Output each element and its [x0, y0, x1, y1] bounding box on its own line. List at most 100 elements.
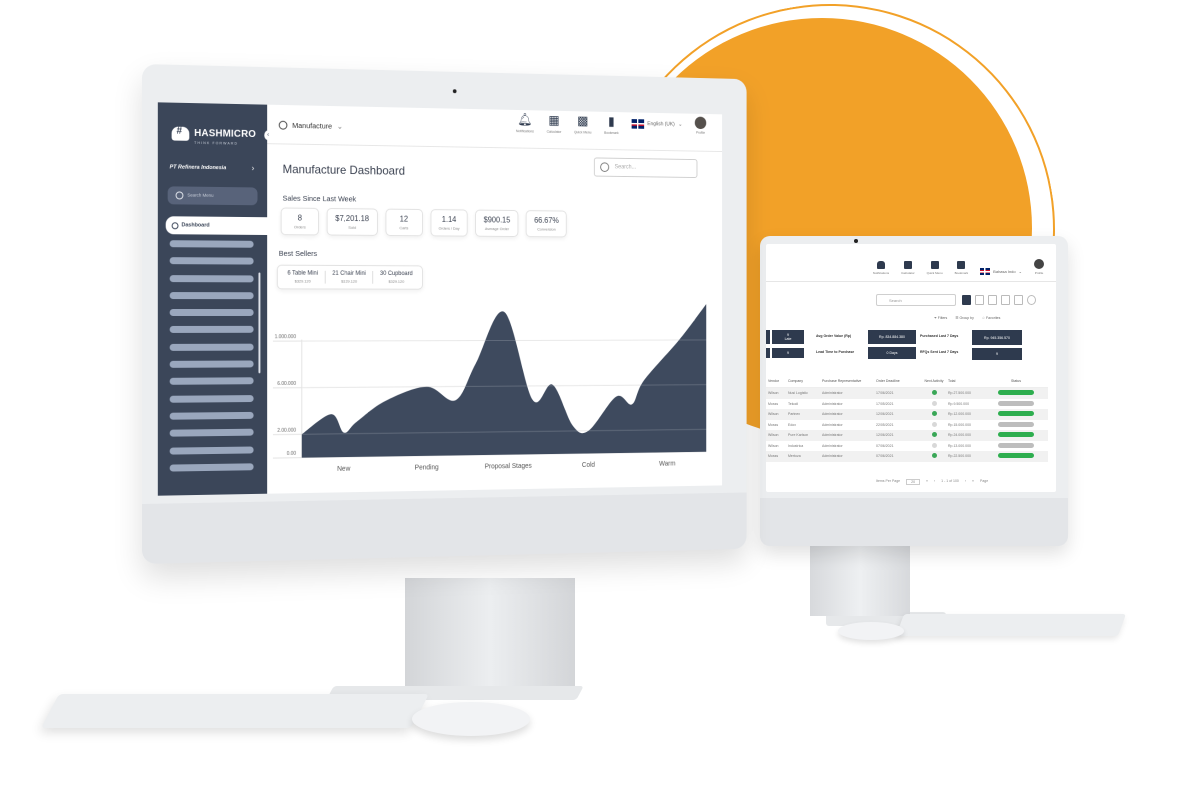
sidebar-item[interactable]	[169, 274, 254, 282]
company-cell: Mertoza	[788, 454, 801, 459]
stat-card[interactable]: 8 Orders	[280, 207, 320, 236]
sidebar-item[interactable]	[169, 446, 254, 455]
product-price: $329.120	[294, 278, 311, 284]
activity-view-icon[interactable]	[1027, 295, 1036, 305]
sidebar-item[interactable]	[169, 428, 254, 437]
table-row[interactable]: Wilson Pure Karlson Administrator 12/06/202…	[766, 430, 1048, 441]
module-selector[interactable]: Manufacture ⌄	[278, 120, 343, 131]
search-menu-input[interactable]: Search Menu	[167, 186, 258, 206]
kpi-second-box[interactable]: 9	[772, 348, 804, 358]
quick-menu-icon	[930, 261, 939, 269]
rear-calculator-button[interactable]: Calculator	[901, 261, 915, 275]
activity-cell[interactable]	[920, 390, 948, 396]
kpi-value[interactable]: Rp. 834.884.380	[868, 330, 916, 344]
company-cell: Pure Karlson	[788, 433, 809, 438]
sidebar-item[interactable]	[169, 360, 254, 368]
activity-cell[interactable]	[920, 442, 948, 449]
calendar-view-icon[interactable]	[988, 295, 997, 305]
activity-status-icon	[931, 390, 937, 396]
quick-menu-button[interactable]: ▩ Quick Menu	[574, 113, 591, 134]
pie-chart-icon	[278, 120, 288, 130]
stat-label: Sold	[348, 224, 356, 230]
vendor-cell: Wilson	[768, 443, 779, 448]
table-row[interactable]: Wilson Nusi Logistic Administrator 17/06/20…	[766, 388, 1048, 399]
collapse-sidebar-button[interactable]: ‹	[264, 130, 272, 141]
table-row[interactable]: Wilson Industrica Administrator 07/06/2021 R…	[766, 441, 1048, 452]
bookmark-button[interactable]: ▮ Bookmark	[604, 114, 619, 135]
activity-status-icon	[931, 400, 937, 406]
favorites-button[interactable]: ☆ Favorites	[982, 316, 1001, 320]
best-seller-item[interactable]: 30 Cupboard $329.120	[373, 271, 419, 284]
stat-card[interactable]: 66.67% Conversion	[525, 210, 568, 238]
sidebar-item[interactable]	[169, 377, 254, 386]
activity-cell[interactable]	[920, 421, 948, 428]
front-monitor: HASHMICROTHINK FORWARD PT Refinera Indon…	[142, 64, 747, 564]
sidebar-item[interactable]	[169, 411, 254, 420]
activity-status-icon	[931, 421, 937, 427]
kanban-view-icon[interactable]	[975, 295, 984, 305]
items-per-page-select[interactable]: 20	[906, 479, 921, 485]
rear-profile-button[interactable]: Profile	[1034, 259, 1044, 275]
filters-button[interactable]: ⏷ Filters	[934, 316, 947, 320]
list-view-icon[interactable]	[962, 295, 971, 305]
rear-notifications-button[interactable]: Notifications	[873, 261, 889, 275]
profile-button[interactable]: Profile	[694, 116, 707, 135]
language-selector[interactable]: English (UK) ⌄	[631, 119, 682, 130]
sidebar-item[interactable]	[169, 343, 254, 351]
hashmicro-logo[interactable]: HASHMICROTHINK FORWARD	[171, 123, 256, 146]
sidebar-item[interactable]	[169, 309, 254, 317]
y-tick-label: 2.00.000	[277, 427, 296, 433]
table-row[interactable]: Mosss Edox Administrator 22/05/2021 Rp.15.00…	[766, 420, 1048, 431]
sidebar-item[interactable]	[169, 240, 254, 248]
stat-card[interactable]: 12 Carts	[385, 208, 423, 237]
activity-cell[interactable]	[920, 453, 948, 459]
graph-view-icon[interactable]	[1014, 295, 1023, 305]
table-row[interactable]: Mosss Mertoza Administrator 07/06/2021 Rp.22…	[766, 451, 1048, 462]
best-seller-item[interactable]: 6 Table Mini $329.120	[280, 270, 326, 284]
kpi-value[interactable]: 9	[972, 348, 1022, 360]
company-selector[interactable]: PT Refinera Indonesia	[170, 164, 227, 171]
rear-language-selector[interactable]: Bahasa Indo ⌄	[980, 268, 1022, 275]
rear-search-input[interactable]: Search	[876, 294, 956, 306]
sidebar-item[interactable]	[169, 291, 254, 300]
sidebar-item[interactable]	[169, 326, 254, 334]
chevron-right-icon[interactable]: ›	[252, 164, 255, 173]
rear-bookmark-button[interactable]: Bookmark	[955, 261, 968, 275]
calculator-button[interactable]: ▦ Calculator	[547, 113, 562, 134]
stat-card[interactable]: $7,201.18 Sold	[326, 208, 378, 236]
activity-cell[interactable]	[920, 400, 948, 407]
search-input[interactable]: Search...	[593, 157, 698, 179]
quick-menu-icon: ▩	[577, 113, 589, 128]
activity-cell[interactable]	[920, 411, 948, 417]
sales-section-title: Sales Since Last Week	[282, 193, 357, 204]
group-by-button[interactable]: ☰ Group by	[955, 316, 974, 320]
stat-card[interactable]: $900.15 Average Order	[475, 209, 519, 238]
table-row[interactable]: Wilson Partnex Administrator 12/06/2021 Rp.1…	[766, 409, 1048, 420]
best-seller-item[interactable]: 21 Chair Mini $329.120	[325, 270, 374, 284]
last-page-button[interactable]: »	[972, 479, 974, 485]
first-page-button[interactable]: «	[926, 479, 928, 485]
kpi-late-box[interactable]: 9 Late	[772, 330, 804, 344]
rear-quick-menu-button[interactable]: Quick Menu	[927, 261, 943, 275]
sidebar-item[interactable]	[169, 463, 254, 472]
table-row[interactable]: Mosss Tekodi Administrator 17/05/2021 Rp.9.5…	[766, 399, 1048, 410]
sidebar-item[interactable]	[169, 394, 254, 403]
rear-topbar: Notifications Calculator Quick Menu Book…	[766, 244, 1056, 282]
kpi-value[interactable]: Rp. 945.356.570	[972, 330, 1022, 345]
sidebar-item[interactable]	[169, 257, 254, 265]
x-tick-label: Pending	[415, 464, 439, 471]
table-body: Wilson Nusi Logistic Administrator 17/06/20…	[766, 388, 1048, 462]
rear-monitor-stand	[810, 540, 910, 616]
deadline-cell: 17/06/2021	[876, 391, 894, 396]
notifications-button[interactable]: 🔔︎ Notifications	[516, 112, 534, 133]
activity-cell[interactable]	[920, 432, 948, 438]
bookmark-icon	[957, 261, 966, 269]
prev-page-button[interactable]: ‹	[934, 479, 935, 485]
kpi-label: Purchased Last 7 Days	[920, 334, 959, 338]
stat-card[interactable]: 1.14 Orders / Day	[430, 209, 468, 237]
pivot-view-icon[interactable]	[1001, 295, 1010, 305]
sidebar-item-dashboard[interactable]: Dashboard	[165, 216, 268, 236]
next-page-button[interactable]: ›	[965, 479, 966, 485]
kpi-value[interactable]: 0 Days	[868, 347, 916, 359]
pipeline-area-chart: 0.00 2.00.000 6.00.000 1.000.000 New Pending P…	[256, 303, 723, 473]
